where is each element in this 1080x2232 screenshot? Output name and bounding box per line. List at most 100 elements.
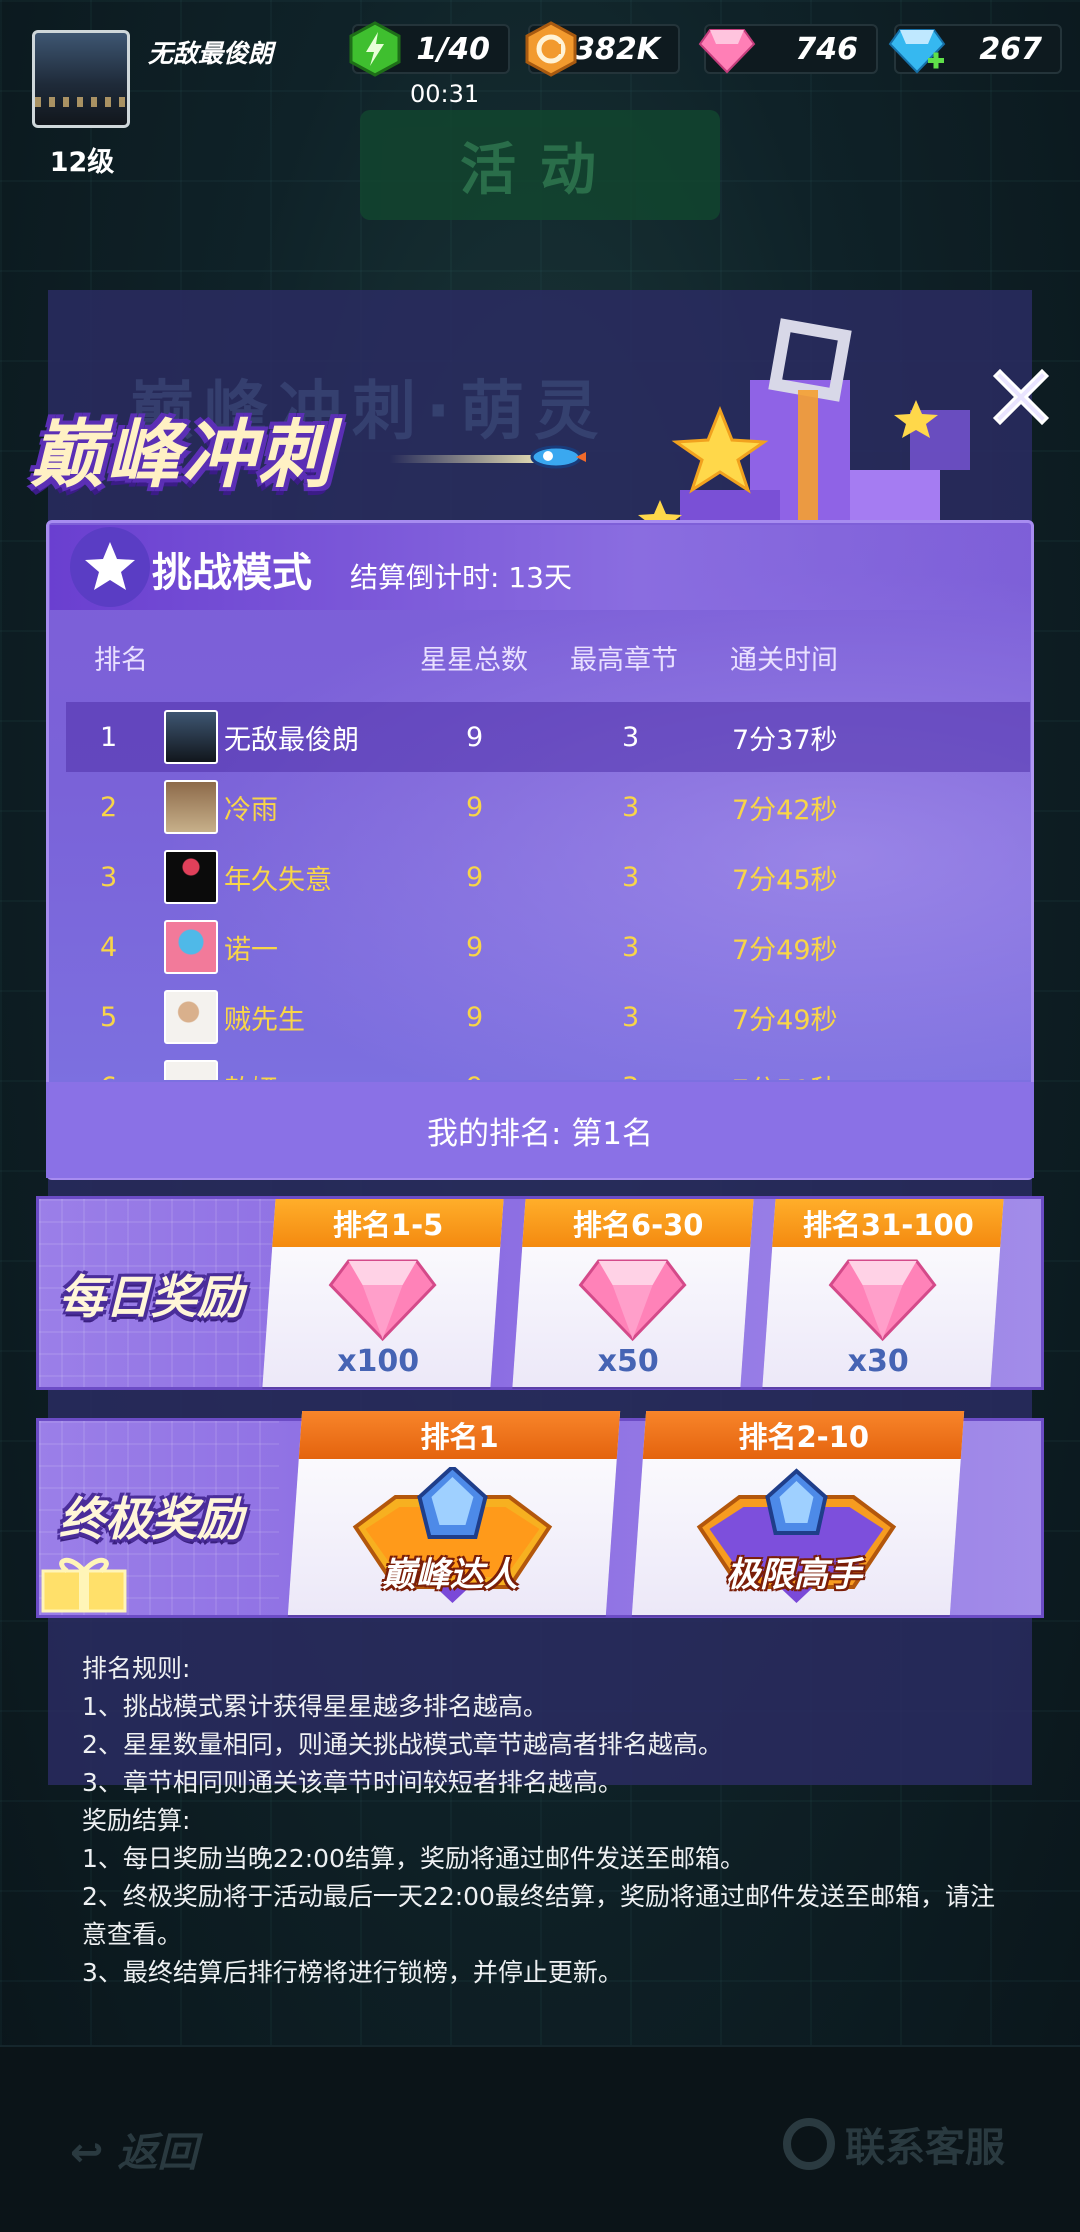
row-stars: 9	[466, 791, 484, 823]
final-reward-card-2[interactable]: 排名2-10 极限高手	[631, 1411, 965, 1615]
daily-reward-card-1[interactable]: 排名1-5 x100	[262, 1199, 504, 1387]
row-stars: 9	[466, 861, 484, 893]
settlement-heading: 奖励结算:	[82, 1806, 191, 1835]
rule-line: 2、星星数量相同，则通关挑战模式章节越高者排名越高。	[82, 1730, 723, 1759]
mode-star-badge	[70, 527, 150, 607]
daily-reward-title: 每日奖励	[59, 1270, 243, 1324]
rule-line: 1、每日奖励当晚22:00结算，奖励将通过邮件发送至邮箱。	[82, 1844, 745, 1873]
rules-heading: 排名规则:	[82, 1654, 191, 1683]
pink-gem-icon	[698, 29, 756, 74]
headset-icon	[783, 2118, 835, 2170]
energy-icon	[349, 21, 401, 77]
row-stars: 9	[466, 721, 484, 753]
energy-counter[interactable]: 1/40	[349, 21, 510, 77]
rocket-icon	[530, 445, 586, 469]
reward-tier-label: 排名1	[298, 1411, 621, 1459]
row-time: 7分49秒	[732, 1004, 838, 1036]
daily-reward-section: 每日奖励 排名1-5 x100 排名6-30 x50 排名31-100 x30	[36, 1196, 1044, 1390]
row-rank: 5	[100, 1001, 118, 1033]
row-rank: 2	[100, 791, 118, 823]
table-row[interactable]: 6 敖娅 9 3 7分51秒	[66, 1052, 1030, 1080]
player-level: 12级	[49, 147, 115, 178]
my-rank: 我的排名: 第1名	[46, 1082, 1034, 1178]
row-time: 7分45秒	[732, 864, 838, 896]
player-name: 无敌最俊朗	[148, 39, 274, 68]
row-name: 冷雨	[224, 794, 278, 826]
customer-service-button: 联系客服	[783, 2115, 1005, 2173]
row-time: 7分51秒	[732, 1068, 838, 1081]
event-title: 巅峰冲刺	[30, 412, 334, 498]
avatar	[164, 710, 218, 764]
row-name: 无敌最俊朗	[224, 724, 359, 756]
tier-label-text: 排名31-100	[802, 1208, 974, 1242]
top-hud: 12级 无敌最俊朗 1/40 00:31 382K 746 267	[0, 0, 1080, 178]
pink-gem-counter[interactable]: 746	[698, 24, 878, 74]
row-name: 诺一	[224, 934, 278, 966]
avatar	[164, 780, 218, 834]
table-row[interactable]: 4 诺一 9 3 7分49秒	[66, 912, 1030, 982]
row-rank: 4	[100, 931, 118, 963]
energy-value: 1/40	[416, 31, 490, 67]
row-time: 7分37秒	[732, 724, 838, 756]
coin-icon	[525, 21, 577, 77]
final-reward-section: 终极奖励 排名1 巅峰达人 排名2-10 极限高手	[36, 1411, 1044, 1618]
table-row[interactable]: 5 贼先生 9 3 7分49秒	[66, 982, 1030, 1052]
settlement-countdown: 结算倒计时: 13天	[350, 561, 572, 594]
daily-reward-card-2[interactable]: 排名6-30 x50	[512, 1199, 754, 1387]
reward-quantity: x50	[597, 1344, 659, 1379]
blue-gem-value: 267	[979, 31, 1042, 67]
rule-line: 3、章节相同则通关该章节时间较短者排名越高。	[82, 1768, 623, 1797]
column-rank: 排名	[94, 645, 148, 676]
gift-box-icon	[41, 1557, 127, 1613]
row-chapter: 3	[622, 721, 640, 753]
close-button[interactable]	[990, 366, 1052, 428]
pink-gem-value: 746	[795, 31, 858, 67]
row-name: 敖娅	[224, 1068, 278, 1081]
pink-gem-icon	[578, 1259, 687, 1342]
daily-reward-card-3[interactable]: 排名31-100 x30	[762, 1199, 1004, 1387]
row-rank: 1	[100, 721, 118, 753]
blue-gem-counter[interactable]: 267	[888, 24, 1062, 74]
coin-value: 382K	[574, 31, 660, 67]
tier-label-text: 排名1-5	[332, 1208, 444, 1242]
column-stars: 星星总数	[420, 645, 528, 676]
avatar	[164, 1060, 218, 1080]
final-reward-card-1[interactable]: 排名1 巅峰达人	[287, 1411, 621, 1615]
rules-text: 排名规则: 1、挑战模式累计获得星星越多排名越高。 2、星星数量相同，则通关挑战…	[82, 1650, 1012, 1992]
back-label: 返回	[117, 2130, 198, 2176]
row-stars: 9	[466, 1072, 483, 1081]
energy-timer: 00:31	[410, 80, 480, 108]
row-stars: 9	[466, 931, 484, 963]
column-chapter: 最高章节	[570, 645, 678, 676]
row-rank: 6	[100, 1072, 117, 1081]
reward-tier-label: 排名1-5	[272, 1199, 504, 1247]
player-avatar[interactable]	[32, 30, 130, 128]
reward-tier-label: 排名2-10	[642, 1411, 965, 1459]
reward-quantity: x100	[337, 1344, 420, 1379]
reward-tier-label: 排名31-100	[772, 1199, 1004, 1247]
row-time: 7分42秒	[732, 794, 838, 826]
column-time: 通关时间	[730, 645, 838, 676]
rule-line: 3、最终结算后排行榜将进行锁榜，并停止更新。	[82, 1958, 623, 1987]
tier-label-text: 排名6-30	[572, 1208, 704, 1242]
final-reward-title: 终极奖励	[59, 1492, 243, 1546]
badge-name: 巅峰达人	[381, 1555, 518, 1595]
leaderboard-list[interactable]: 1 无敌最俊朗 9 3 7分37秒 2 冷雨 9 3 7分42秒 3 年久失意 …	[66, 702, 1030, 1080]
coin-counter[interactable]: 382K	[525, 21, 680, 77]
rule-line: 2、终极奖励将于活动最后一天22:00最终结算，奖励将通过邮件发送至邮箱，请注意…	[82, 1882, 995, 1949]
star-icon	[85, 542, 135, 590]
row-chapter: 3	[622, 1001, 640, 1033]
row-chapter: 3	[622, 931, 640, 963]
pink-gem-icon	[328, 1259, 437, 1342]
blue-gem-icon	[888, 29, 946, 74]
row-chapter: 3	[622, 1072, 639, 1081]
back-button: ↩ 返回	[70, 2130, 198, 2176]
badge-name: 极限高手	[725, 1555, 862, 1595]
tier-label-text: 排名2-10	[738, 1420, 869, 1454]
row-rank: 3	[100, 861, 118, 893]
table-row[interactable]: 2 冷雨 9 3 7分42秒	[66, 772, 1030, 842]
row-chapter: 3	[622, 791, 640, 823]
row-stars: 9	[466, 1001, 484, 1033]
table-row[interactable]: 3 年久失意 9 3 7分45秒	[66, 842, 1030, 912]
table-row[interactable]: 1 无敌最俊朗 9 3 7分37秒	[66, 702, 1030, 772]
